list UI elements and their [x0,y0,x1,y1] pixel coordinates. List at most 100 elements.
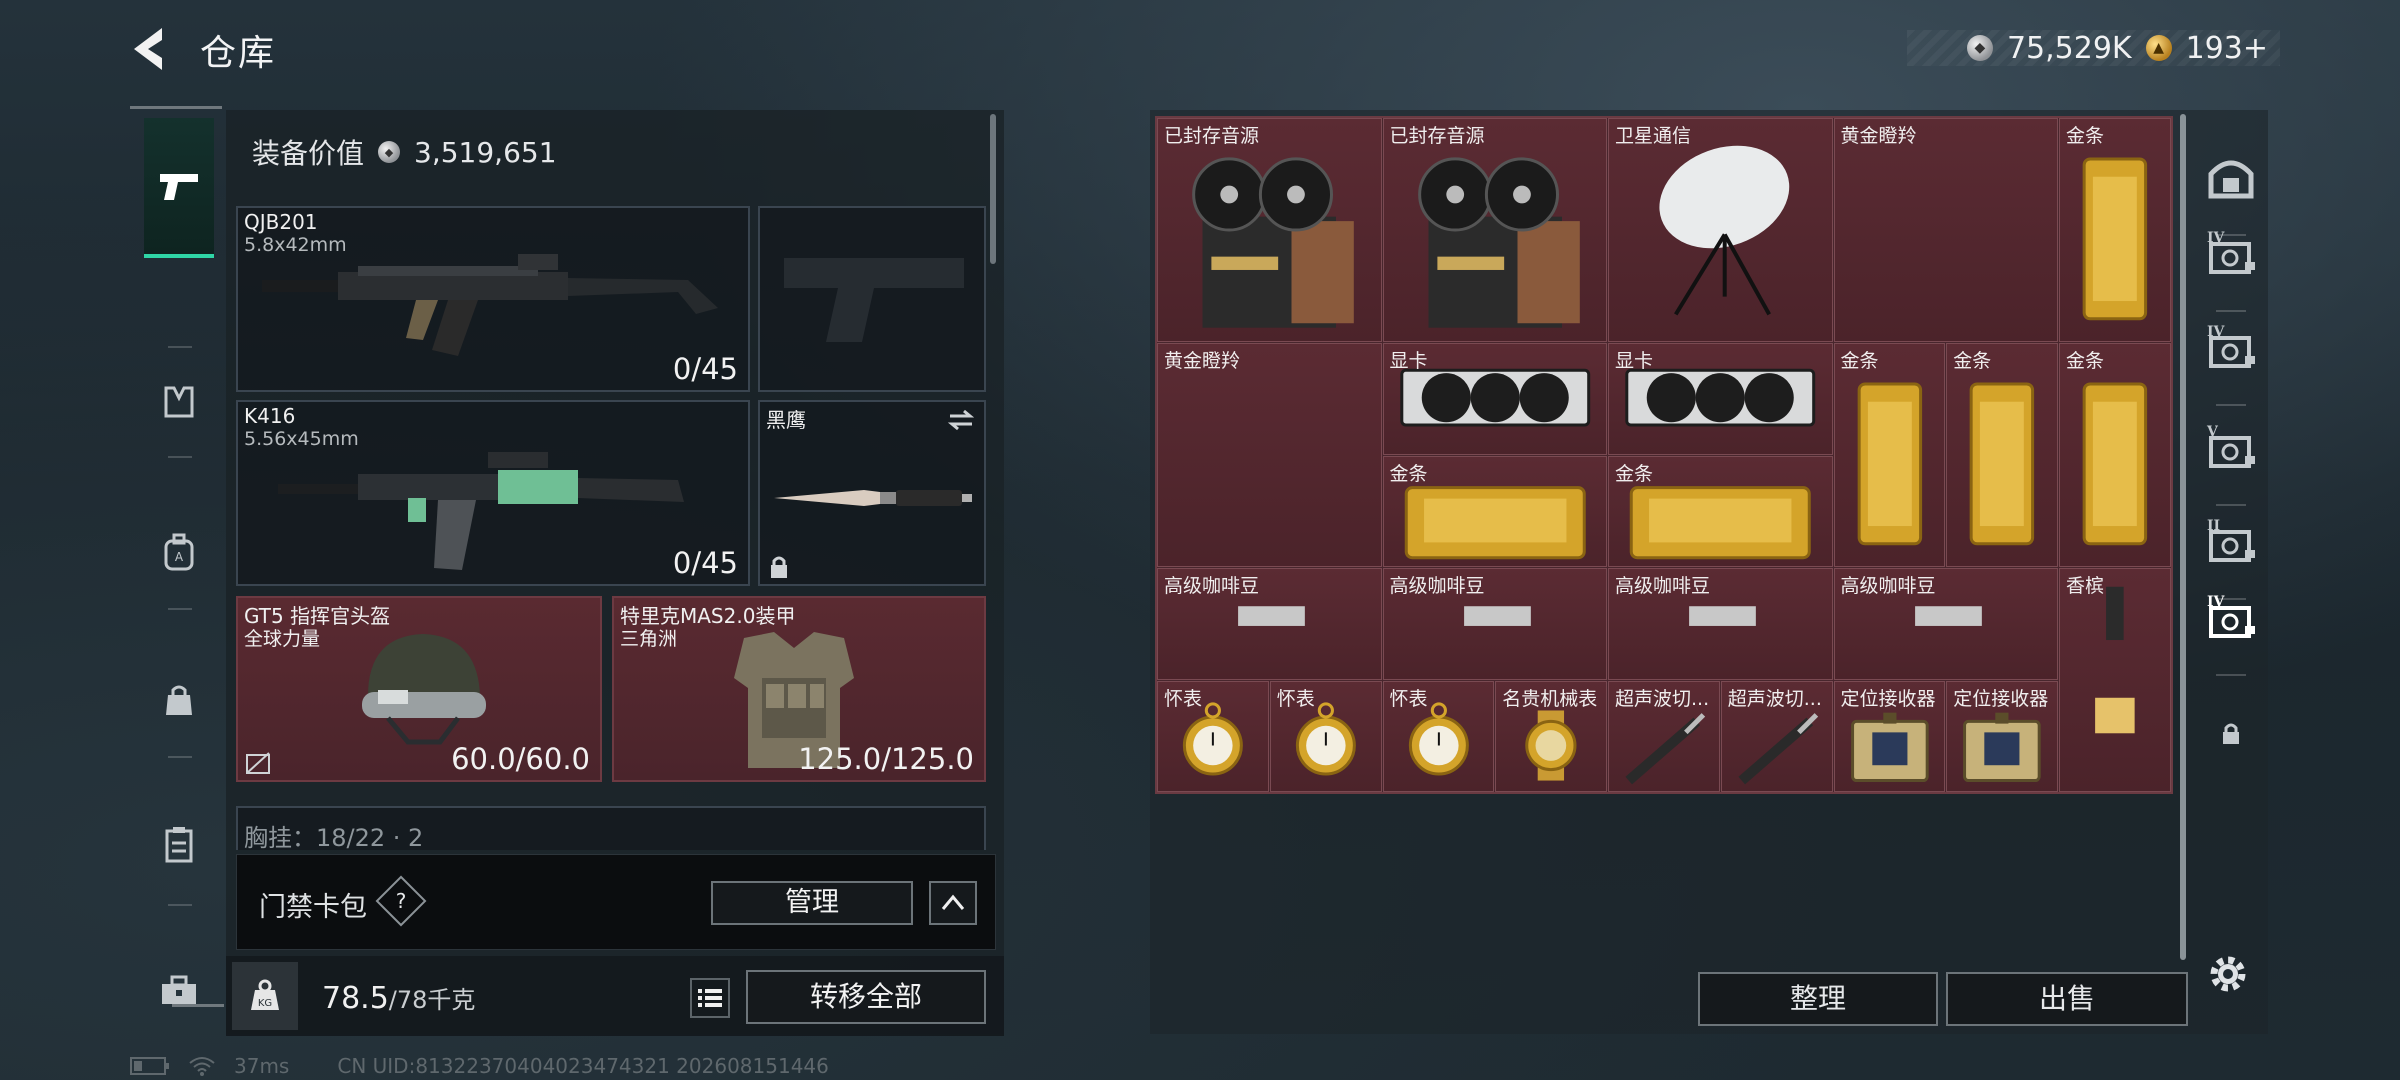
deer-image [1835,119,2058,341]
transfer-all-button[interactable]: 转移全部 [746,970,986,1024]
storage-item[interactable]: 定位接收器 [1833,680,1946,792]
deer-image [1158,344,1381,566]
armor-durability: 125.0/125.0 [798,742,974,776]
equipment-scrollbar[interactable] [990,114,996,264]
gold-coin-icon: ▲ [2145,35,2172,61]
nohelmet-tag-icon [246,752,270,774]
clipboard-icon [165,827,193,863]
storage-item[interactable]: 高级咖啡豆 [1608,568,1833,680]
svg-text:KG: KG [258,998,272,1009]
knife-image [774,490,972,506]
storage-item[interactable]: 定位接收器 [1946,680,2058,792]
storage-item-label: 显卡 [1389,350,1428,372]
storage-item[interactable]: 已封存音源 [1157,118,1382,342]
nav-separator [168,904,192,906]
uid-text: CN UID:8132237040402347432​1 20260815144… [337,1054,829,1078]
storage-item-label: 金条 [1840,350,1879,372]
storage-item[interactable]: 显卡 [1608,343,1833,455]
storage-item[interactable]: 名贵机械表 [1495,680,1607,792]
manage-button[interactable]: 管理 [711,881,913,925]
list-view-button[interactable] [690,978,730,1018]
storage-tab-7[interactable] [2194,686,2268,782]
nav-separator [168,456,192,458]
melee-slot[interactable]: 黑鹰 [758,400,986,586]
storage-scrollbar[interactable] [2180,114,2186,960]
gold-amount[interactable]: 193+ [2186,31,2268,66]
storage-item-label: 怀表 [1276,687,1315,710]
storage-tab-2[interactable]: IV [2194,206,2268,302]
pistol-icon [160,174,198,200]
storage-item[interactable]: 金条 [2059,343,2171,567]
storage-item-label: 金条 [1615,462,1654,485]
chest-rig-slot[interactable]: 胸挂：18/22 · 2 [236,806,986,850]
storage-item[interactable]: 黄金瞪羚 [1157,343,1382,567]
nav-vest[interactable] [144,358,214,446]
storage-tab-icon: IV [2207,230,2255,274]
access-card-bar: 门禁卡包 ? 管理 [236,854,996,950]
armor-slot[interactable]: 特里克MAS2.0装甲 三角洲 125.0/125.0 [612,596,986,782]
weight-max: /78千克 [388,986,476,1014]
settings-gear-icon[interactable] [2204,950,2252,998]
storage-item[interactable]: 黄金瞪羚 [1833,118,2058,342]
storage-item-label: 高级咖啡豆 [1615,575,1711,597]
storage-item-label: 金条 [2066,125,2105,147]
storage-item[interactable]: 怀表 [1157,680,1269,792]
storage-item[interactable]: 卫星通信 [1608,118,1833,342]
storage-item[interactable]: 高级咖啡豆 [1157,568,1382,680]
nav-clipboard[interactable] [144,800,214,888]
page-title: 仓库 [200,33,277,74]
storage-item[interactable]: 金条 [1382,455,1607,567]
nav-rail-bottom [172,1004,224,1007]
nav-separator [168,608,192,610]
storage-item-label: 金条 [2066,350,2105,372]
chevron-up-icon [941,894,965,910]
helmet-faction: 全球力量 [244,628,321,650]
primary-weapon-slot[interactable]: QJB201 5.8x42mm 0/45 [236,206,750,392]
storage-tab-icon: V [2206,424,2255,468]
storage-item[interactable]: 显卡 [1382,343,1607,455]
secondary-weapon-slot[interactable]: K416 5.56x45mm 0/45 [236,400,750,586]
nav-bag[interactable] [144,656,214,744]
swap-icon[interactable] [946,408,976,432]
nav-toolbox[interactable] [144,946,214,1034]
tab-tier-label: IV [2207,324,2226,340]
storage-item[interactable]: 金条 [1833,343,1946,567]
storage-item[interactable]: 超声波切... [1608,680,1720,792]
storage-item[interactable]: 金条 [1946,343,2058,567]
storage-item[interactable]: 香槟 [2059,568,2171,792]
rifle-k416-image [278,452,684,570]
helmet-durability: 60.0/60.0 [451,742,590,776]
nav-weapons[interactable] [144,118,214,258]
sidearm-slot-empty[interactable] [758,206,986,392]
nav-backpack[interactable]: A [144,508,214,596]
storage-item[interactable]: 怀表 [1269,680,1382,792]
lock-icon [771,556,787,578]
storage-tab-4[interactable]: V [2194,400,2268,496]
back-icon[interactable] [128,24,172,74]
storage-item[interactable]: 金条 [2059,118,2171,342]
storage-item[interactable]: 金条 [1608,455,1833,567]
storage-item-label: 已封存音源 [1389,125,1485,147]
storage-item-label: 卫星通信 [1615,125,1692,147]
help-icon[interactable]: ? [375,875,427,927]
backpack-icon: A [164,533,194,571]
weight-bar: KG 78.5/78千克 转移全部 [226,956,1004,1036]
storage-tab-6[interactable]: IV [2194,570,2268,666]
storage-item-label: 黄金瞪羚 [1840,125,1917,147]
sell-button[interactable]: 出售 [1946,972,2188,1026]
storage-item[interactable]: 超声波切... [1720,680,1833,792]
storage-tab-3[interactable]: IV [2194,300,2268,396]
currency-display: ◆ 75,529K ▲ 193+ [1906,30,2280,66]
chest-rig-label: 胸挂：18/22 · 2 [244,824,424,850]
storage-item[interactable]: 怀表 [1382,680,1495,792]
storage-item-label: 已封存音源 [1164,125,1260,147]
storage-item-label: 金条 [1953,350,1992,372]
helmet-slot[interactable]: GT5 指挥官头盔 全球力量 60.0/60.0 [236,596,602,782]
bag-icon [166,685,192,715]
equipment-value: 装备价值 ◆ 3,519,651 [252,132,557,172]
storage-item[interactable]: 高级咖啡豆 [1382,568,1607,680]
sort-button[interactable]: 整理 [1698,972,1938,1026]
collapse-button[interactable] [929,881,977,925]
storage-item[interactable]: 高级咖啡豆 [1833,568,2058,680]
storage-item[interactable]: 已封存音源 [1382,118,1607,342]
